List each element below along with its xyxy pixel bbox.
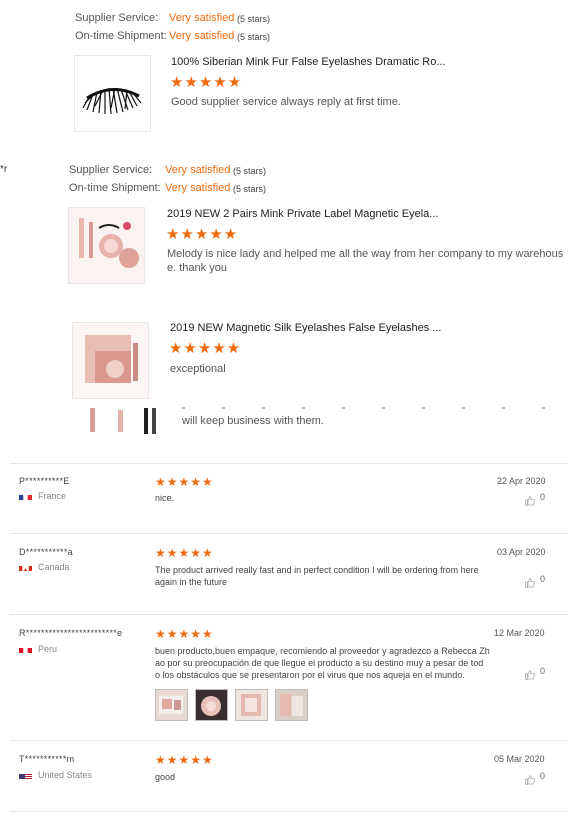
- review-date: 22 Apr 2020: [497, 476, 546, 486]
- product-thumbnail-partial[interactable]: [84, 408, 162, 437]
- review-text-line1: buen producto,buen empaque, recomiendo a…: [155, 646, 490, 656]
- like-count: 0: [540, 771, 546, 781]
- shipment-label: On-time Shipment:: [75, 30, 167, 42]
- shipment-value: Very satisfied: [165, 182, 231, 194]
- review-comment: Good supplier service always reply at fi…: [171, 96, 401, 108]
- reviewer-name-fragment: *r: [0, 164, 8, 175]
- reviewer-name: T***********m: [19, 754, 75, 764]
- eyelash-image: [82, 87, 142, 115]
- divider: [10, 533, 568, 534]
- lash-tools-image: [90, 408, 156, 434]
- shipment-value: Very satisfied: [169, 30, 235, 42]
- thumbs-up-icon[interactable]: [525, 667, 535, 680]
- rating-stars: ★★★★★: [155, 475, 214, 489]
- france-flag-icon: [19, 491, 32, 500]
- supplier-service-value: Very satisfied: [169, 12, 235, 24]
- silk-eyelash-box-image: [73, 323, 148, 398]
- product-title-link[interactable]: 100% Siberian Mink Fur False Eyelashes D…: [171, 56, 446, 68]
- canada-flag-icon: [19, 562, 32, 571]
- supplier-service-label: Supplier Service:: [69, 164, 153, 176]
- review-text-line1: The product arrived really fast and in p…: [155, 565, 479, 575]
- review-photo-4[interactable]: [275, 689, 308, 721]
- review-date: 03 Apr 2020: [497, 547, 546, 557]
- review-comment-line2: e. thank you: [167, 262, 227, 274]
- supplier-service-label: Supplier Service:: [75, 12, 159, 24]
- product-title-link[interactable]: 2019 NEW 2 Pairs Mink Private Label Magn…: [167, 208, 438, 220]
- shipment-stars: (5 stars): [237, 32, 271, 42]
- rating-stars: ★★★★★: [155, 753, 214, 767]
- reviewer-name: D***********a: [19, 547, 73, 557]
- rating-stars: ★★★★★: [166, 226, 239, 243]
- shipment-stars: (5 stars): [233, 184, 267, 194]
- divider: [10, 463, 568, 464]
- reviewer-country: Peru: [38, 644, 58, 654]
- supplier-service-stars: (5 stars): [237, 14, 271, 24]
- thumbs-up-icon[interactable]: [525, 575, 535, 588]
- review-text-line3: o los obstáculos que se presentaron por …: [155, 670, 465, 680]
- review-date: 05 Mar 2020: [494, 754, 545, 764]
- rating-stars: ★★★★★: [170, 74, 243, 91]
- review-photo-2[interactable]: [195, 689, 228, 721]
- magnetic-eyelash-kit-image: [69, 208, 144, 283]
- reviewer-country: United States: [38, 770, 93, 780]
- review-text: nice.: [155, 493, 175, 503]
- review-text-line2: again in the future: [155, 577, 228, 587]
- shipment-label: On-time Shipment:: [69, 182, 161, 194]
- rating-stars: ★★★★★: [155, 546, 214, 560]
- like-count: 0: [540, 492, 546, 502]
- supplier-service-stars: (5 stars): [233, 166, 267, 176]
- review-text: good: [155, 772, 176, 782]
- peru-flag-icon: [19, 644, 32, 653]
- review-photo-3[interactable]: [235, 689, 268, 721]
- review-photo-1[interactable]: [155, 689, 188, 721]
- like-count: 0: [540, 666, 546, 676]
- divider: [10, 811, 568, 812]
- reviewer-country: Canada: [38, 562, 70, 572]
- rating-stars: ★★★★★: [155, 627, 214, 641]
- review-text-line2: ao por su preocupación de que llegue el …: [155, 658, 484, 668]
- rating-stars: ★★★★★: [169, 340, 242, 357]
- review-comment: exceptional: [170, 363, 226, 375]
- divider: [10, 740, 568, 741]
- reviewer-country: France: [38, 491, 67, 501]
- thumbs-up-icon[interactable]: [525, 493, 535, 506]
- product-thumbnail-magnetic-kit[interactable]: [68, 207, 145, 284]
- clipped-text-line: [182, 405, 548, 409]
- united-states-flag-icon: [19, 770, 32, 779]
- review-date: 12 Mar 2020: [494, 628, 545, 638]
- product-thumbnail-eyelashes[interactable]: [74, 55, 151, 132]
- reviewer-name: P**********E: [19, 476, 70, 486]
- review-comment-partial: will keep business with them.: [182, 415, 324, 427]
- divider: [10, 614, 568, 615]
- thumbs-up-icon[interactable]: [525, 772, 535, 785]
- product-title-link[interactable]: 2019 NEW Magnetic Silk Eyelashes False E…: [170, 322, 441, 334]
- product-thumbnail-silk-eyelashes[interactable]: [72, 322, 149, 399]
- review-comment-line1: Melody is nice lady and helped me all th…: [167, 248, 564, 260]
- supplier-service-value: Very satisfied: [165, 164, 231, 176]
- like-count: 0: [540, 574, 546, 584]
- reviewer-name: R************************e: [19, 628, 123, 638]
